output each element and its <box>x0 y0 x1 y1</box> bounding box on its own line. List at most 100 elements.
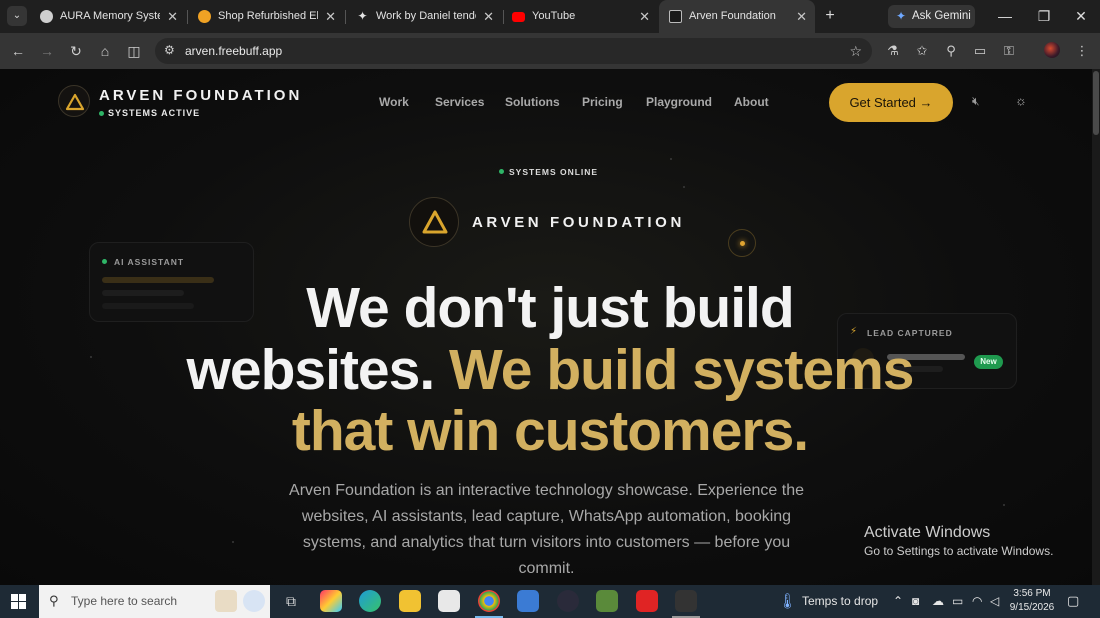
headline-line-1: We don't just build <box>306 276 794 340</box>
edge-icon[interactable] <box>359 590 381 612</box>
star-particle <box>683 186 685 188</box>
split-view-icon[interactable]: ◫ <box>124 41 144 61</box>
windows-start-icon[interactable] <box>11 594 26 609</box>
arven-favicon-icon <box>669 10 682 23</box>
status-dot-icon <box>99 111 104 116</box>
tab-shop[interactable]: Shop Refurbished EliteBook ✕ <box>188 0 344 33</box>
store-icon[interactable] <box>438 590 460 612</box>
password-key-icon[interactable]: ⚿ <box>999 41 1019 61</box>
nav-work[interactable]: Work <box>379 95 409 109</box>
star-particle <box>670 158 672 160</box>
nav-about[interactable]: About <box>734 95 769 109</box>
home-icon[interactable]: ⌂ <box>95 41 115 61</box>
get-started-button[interactable]: Get Started → <box>829 83 953 122</box>
tab-work[interactable]: ✦ Work by Daniel tendo ✕ <box>346 0 502 33</box>
favorites-star-icon[interactable]: ✩ <box>912 41 932 61</box>
search-highlight-icon <box>215 590 237 612</box>
task-view-icon[interactable]: ⧉ <box>280 590 302 612</box>
new-tab-plus-icon[interactable]: + <box>820 6 840 26</box>
headline-line-2: websites. We build systems <box>186 338 915 402</box>
orb-core <box>740 241 745 246</box>
file-explorer-icon[interactable] <box>399 590 421 612</box>
status-dot-icon <box>102 259 107 264</box>
nav-playground[interactable]: Playground <box>646 95 712 109</box>
taskbar-search-box[interactable]: ⚲ Type here to search <box>39 585 270 618</box>
ai-card-title: AI ASSISTANT <box>114 257 185 267</box>
star-particle <box>1003 504 1005 506</box>
close-icon[interactable]: ✕ <box>639 0 650 33</box>
clock[interactable]: 3:56 PM 9/15/2026 <box>1008 587 1056 615</box>
scrollbar-thumb[interactable] <box>1093 71 1099 135</box>
hero-logo-icon <box>409 197 459 247</box>
hero-description: Arven Foundation is an interactive techn… <box>289 482 804 577</box>
brand-status: SYSTEMS ACTIVE <box>108 108 201 118</box>
chevron-up-icon[interactable]: ⌃ <box>893 585 903 618</box>
reload-icon[interactable]: ↻ <box>66 41 86 61</box>
tab-youtube[interactable]: YouTube ✕ <box>502 0 658 33</box>
taskbar: ⚲ Type here to search ⧉ 🌡︎ Temps to drop… <box>0 585 1100 618</box>
profile-avatar[interactable] <box>1044 42 1060 58</box>
mail-icon[interactable] <box>517 590 539 612</box>
bookmark-star-icon[interactable]: ☆ <box>849 38 862 64</box>
wps-office-icon[interactable] <box>636 590 658 612</box>
volume-icon[interactable]: ◁ <box>990 585 999 618</box>
copilot-icon[interactable] <box>320 590 342 612</box>
chrome-icon[interactable] <box>478 590 500 612</box>
activate-windows-watermark: Activate Windows Go to Settings to activ… <box>864 524 1054 558</box>
address-bar[interactable]: ⚙ arven.freebuff.app ☆ <box>155 38 872 64</box>
compass-icon: ✦ <box>357 9 368 23</box>
ask-gemini-button[interactable]: ✦ Ask Gemini <box>888 5 975 28</box>
openai-icon <box>40 10 53 23</box>
tab-aura[interactable]: AURA Memory System ✕ <box>30 0 186 33</box>
browser-toolbar: ← → ↻ ⌂ ◫ ⚙ arven.freebuff.app ☆ ⚗ ✩ ⚲ ▭… <box>0 33 1100 69</box>
headline-line-3: that win customers. <box>291 399 809 463</box>
close-icon[interactable]: ✕ <box>167 0 178 33</box>
nav-solutions[interactable]: Solutions <box>505 95 560 109</box>
site-settings-icon[interactable]: ⚙ <box>164 43 175 57</box>
nav-pricing[interactable]: Pricing <box>582 95 623 109</box>
window-close-icon[interactable]: ✕ <box>1066 0 1096 33</box>
page-scrollbar[interactable] <box>1092 69 1100 585</box>
status-dot-icon <box>499 169 504 174</box>
triangle-logo-icon <box>65 93 85 111</box>
search-icon: ⚲ <box>49 593 59 608</box>
theme-sun-icon[interactable]: ☼ <box>1015 93 1027 108</box>
gemini-sparkle-icon: ✦ <box>896 9 907 23</box>
forward-arrow-icon[interactable]: → <box>37 41 57 61</box>
thermometer-icon[interactable]: 🌡︎ <box>778 585 797 618</box>
minimize-icon[interactable]: — <box>990 0 1020 33</box>
extensions-puzzle-icon[interactable]: ⚗ <box>883 41 903 61</box>
app-orb-icon[interactable] <box>557 590 579 612</box>
star-badge-icon <box>198 10 211 23</box>
star-particle <box>232 541 234 543</box>
camera-icon[interactable]: ◙ <box>912 585 919 618</box>
tab-search-chevron-icon[interactable]: ⌄ <box>7 6 27 26</box>
sound-mute-icon[interactable]: 🔇︎ <box>972 94 980 109</box>
tab-arven[interactable]: Arven Foundation ✕ <box>659 0 815 33</box>
notification-icon[interactable]: ▢ <box>1067 593 1079 609</box>
tab-strip: ⌄ AURA Memory System ✕ Shop Refurbished … <box>0 0 1100 33</box>
back-arrow-icon[interactable]: ← <box>8 41 28 61</box>
brand-logo-icon[interactable] <box>58 85 90 117</box>
wifi-icon[interactable]: ◠ <box>972 585 982 618</box>
minecraft-icon[interactable] <box>596 590 618 612</box>
web-page: ARVEN FOUNDATION SYSTEMS ACTIVE Work Ser… <box>0 69 1100 585</box>
cloud-icon[interactable]: ☁ <box>932 585 944 618</box>
arrow-right-icon: → <box>919 95 933 110</box>
nav-services[interactable]: Services <box>435 95 484 109</box>
search-highlight-globe-icon <box>243 590 265 612</box>
close-icon[interactable]: ✕ <box>796 0 807 33</box>
close-icon[interactable]: ✕ <box>483 0 494 33</box>
weather-text[interactable]: Temps to drop <box>802 585 878 618</box>
restore-icon[interactable]: ❐ <box>1029 0 1059 33</box>
youtube-icon <box>512 12 525 22</box>
battery-icon[interactable]: ▭ <box>952 585 963 618</box>
close-icon[interactable]: ✕ <box>325 0 336 33</box>
location-pin-icon[interactable]: ⚲ <box>941 41 961 61</box>
kebab-menu-icon[interactable]: ⋮ <box>1072 41 1092 61</box>
terminal-app-icon[interactable] <box>675 590 697 612</box>
wallet-card-icon[interactable]: ▭ <box>970 41 990 61</box>
glow-orb-icon <box>728 229 756 257</box>
triangle-logo-icon <box>422 210 448 234</box>
brand-name[interactable]: ARVEN FOUNDATION <box>99 87 302 104</box>
